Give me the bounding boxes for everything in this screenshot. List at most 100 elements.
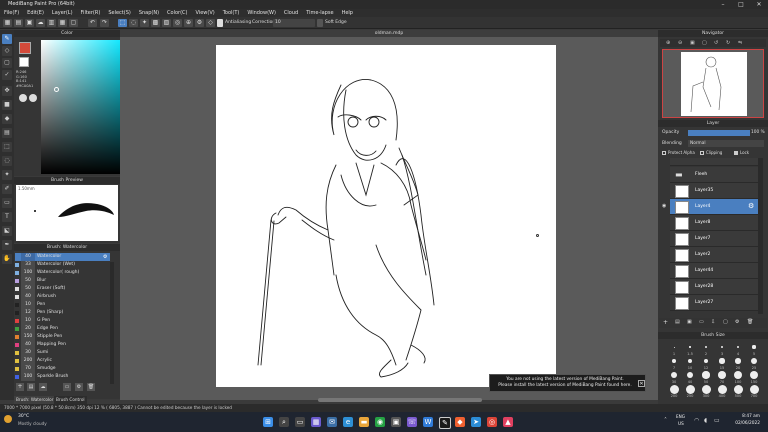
task-view-icon[interactable]: ▭ bbox=[295, 417, 305, 427]
brush-settings-gear-icon[interactable]: ⚙ bbox=[103, 253, 107, 261]
brush-size-dot[interactable] bbox=[672, 359, 676, 363]
tab-brush-watercolor[interactable]: Brush: Watercolor bbox=[14, 396, 56, 404]
protect-alpha-checkbox[interactable] bbox=[662, 151, 666, 155]
add-brush-icon[interactable]: + bbox=[16, 383, 24, 391]
brush-size-dot[interactable] bbox=[719, 358, 725, 364]
layer-row[interactable]: Layer8 bbox=[670, 215, 758, 231]
start-icon[interactable]: ⊞ bbox=[263, 417, 273, 427]
edge-icon[interactable]: e bbox=[343, 417, 353, 427]
soft-edge-checkbox[interactable] bbox=[317, 19, 323, 27]
operation-icon[interactable]: ⬕ bbox=[2, 226, 12, 236]
pen-tool-icon[interactable]: ✓ bbox=[2, 70, 12, 80]
divide-icon[interactable]: ▭ bbox=[2, 198, 12, 208]
word-icon[interactable]: W bbox=[423, 417, 433, 427]
color-mode-icon[interactable] bbox=[19, 94, 27, 102]
brush-item[interactable]: 50 Blur bbox=[15, 277, 110, 285]
settings-icon[interactable]: ⚙ bbox=[195, 19, 204, 27]
lasso-tool-icon[interactable]: ◌ bbox=[2, 156, 12, 166]
notification-close-icon[interactable]: ✕ bbox=[638, 380, 645, 387]
invert-select-icon[interactable]: ▩ bbox=[151, 19, 160, 27]
add-layer-icon[interactable]: + bbox=[663, 319, 668, 326]
text-tool-icon[interactable]: T bbox=[2, 212, 12, 222]
brave-icon[interactable]: ◆ bbox=[455, 417, 465, 427]
copy-layer-icon[interactable]: ▢ bbox=[723, 319, 728, 325]
brush-cloud-icon[interactable]: ☁ bbox=[39, 383, 47, 391]
tray-chevron-icon[interactable]: ˄ bbox=[664, 417, 667, 424]
rotate-right-icon[interactable]: ↻ bbox=[726, 40, 730, 46]
fit-icon[interactable]: ▣ bbox=[690, 40, 695, 46]
layer-partial-top[interactable] bbox=[670, 158, 758, 166]
brush-item[interactable]: 10 G Pen bbox=[15, 317, 110, 325]
brush-item[interactable]: 40 Mapping Pen bbox=[15, 341, 110, 349]
layer-settings-icon[interactable]: ⚙ bbox=[735, 319, 739, 325]
undo-icon[interactable]: ↶ bbox=[88, 19, 97, 27]
lasso-icon[interactable]: ◌ bbox=[129, 19, 138, 27]
zoom-in-icon[interactable]: ⊕ bbox=[666, 40, 670, 46]
layer-row[interactable]: Layer4 ◉ ⚙ bbox=[662, 199, 758, 215]
folder-icon[interactable]: ▭ bbox=[699, 319, 704, 325]
brush-size-dot[interactable] bbox=[701, 384, 711, 394]
telegram-icon[interactable]: ➤ bbox=[471, 417, 481, 427]
brush-size-dot[interactable] bbox=[669, 384, 679, 394]
brush-size-dot[interactable] bbox=[752, 345, 756, 349]
visibility-eye-icon[interactable]: ◉ bbox=[662, 203, 666, 209]
eraser-small-icon[interactable]: ◇ bbox=[206, 19, 215, 27]
saturation-value-picker[interactable] bbox=[41, 40, 121, 174]
brush-size-dot[interactable] bbox=[717, 384, 727, 394]
menu-snap[interactable]: Snap(N) bbox=[135, 9, 163, 17]
symmetry-icon[interactable]: ◎ bbox=[173, 19, 182, 27]
antialiasing-checkbox[interactable] bbox=[217, 19, 223, 27]
language-secondary[interactable]: US bbox=[678, 421, 684, 426]
brush-item[interactable]: 10 Pen bbox=[15, 301, 110, 309]
zoom-out-icon[interactable]: ⊖ bbox=[678, 40, 682, 46]
opacity-slider[interactable] bbox=[688, 130, 750, 136]
menu-layer[interactable]: Layer(L) bbox=[48, 9, 77, 17]
grid-icon[interactable]: ▦ bbox=[58, 19, 67, 27]
duplicate-layer-icon[interactable]: ▣ bbox=[687, 319, 692, 325]
viber-icon[interactable]: ☏ bbox=[407, 417, 417, 427]
close-button[interactable]: ✕ bbox=[750, 0, 768, 9]
layer-icon[interactable]: ▥ bbox=[47, 19, 56, 27]
flip-icon[interactable]: ⇋ bbox=[738, 40, 742, 46]
explorer-icon[interactable]: ▬ bbox=[359, 417, 369, 427]
actual-size-icon[interactable]: ▢ bbox=[702, 40, 707, 46]
language-primary[interactable]: ENG bbox=[676, 414, 685, 419]
weather-icon[interactable] bbox=[4, 415, 12, 423]
menu-color[interactable]: Color(C) bbox=[163, 9, 191, 17]
brush-size-dot[interactable] bbox=[673, 346, 675, 348]
brush-item[interactable]: 200 Acrylic bbox=[15, 357, 110, 365]
brush-item[interactable]: 70 Smudge bbox=[15, 365, 110, 373]
brush-size-dot[interactable] bbox=[749, 384, 759, 394]
brush-size-dot[interactable] bbox=[685, 384, 695, 394]
update-notification[interactable]: You are not using the latest version of … bbox=[489, 374, 646, 392]
gradient-icon[interactable]: ▤ bbox=[2, 128, 12, 138]
photos-icon[interactable]: ▲ bbox=[503, 417, 513, 427]
menu-edit[interactable]: Edit(E) bbox=[23, 9, 48, 17]
clock-time[interactable]: 8:47 am bbox=[730, 414, 760, 419]
foreground-color-swatch[interactable] bbox=[19, 42, 31, 54]
layer-list-scrollbar[interactable] bbox=[758, 158, 763, 314]
delete-layer-icon[interactable]: 🗑 bbox=[747, 319, 753, 325]
layer-row[interactable]: Layer28 bbox=[670, 279, 758, 295]
eraser-tool-icon[interactable]: ◇ bbox=[2, 46, 12, 56]
navigator-preview[interactable] bbox=[662, 49, 764, 118]
deselect-icon[interactable]: ▧ bbox=[162, 19, 171, 27]
blending-select[interactable]: Normal bbox=[688, 140, 764, 147]
open-icon[interactable]: ▤ bbox=[14, 19, 23, 27]
add-halftone-layer-icon[interactable]: ▤ bbox=[675, 319, 680, 325]
rotate-left-icon[interactable]: ↺ bbox=[714, 40, 718, 46]
chrome-icon[interactable]: ◎ bbox=[487, 417, 497, 427]
correction-select[interactable]: 10 bbox=[273, 19, 315, 27]
widgets-icon[interactable]: ▦ bbox=[311, 417, 321, 427]
hand-tool-icon[interactable]: ✋ bbox=[2, 254, 12, 264]
color-wheel-icon[interactable] bbox=[29, 94, 37, 102]
maximize-button[interactable]: □ bbox=[732, 0, 750, 9]
brush-item[interactable]: 20 Edge Pen bbox=[15, 325, 110, 333]
search-icon[interactable]: ⌕ bbox=[279, 417, 289, 427]
brush-item[interactable]: 100 Watercolor( rough) bbox=[15, 269, 110, 277]
select-tool-icon[interactable]: ⬚ bbox=[118, 19, 127, 27]
brush-size-dot[interactable] bbox=[733, 384, 743, 394]
tab-brush-control[interactable]: Brush Control bbox=[54, 396, 87, 404]
layer-row[interactable]: Layer44 bbox=[670, 263, 758, 279]
brush-page-icon[interactable]: ▤ bbox=[27, 383, 35, 391]
